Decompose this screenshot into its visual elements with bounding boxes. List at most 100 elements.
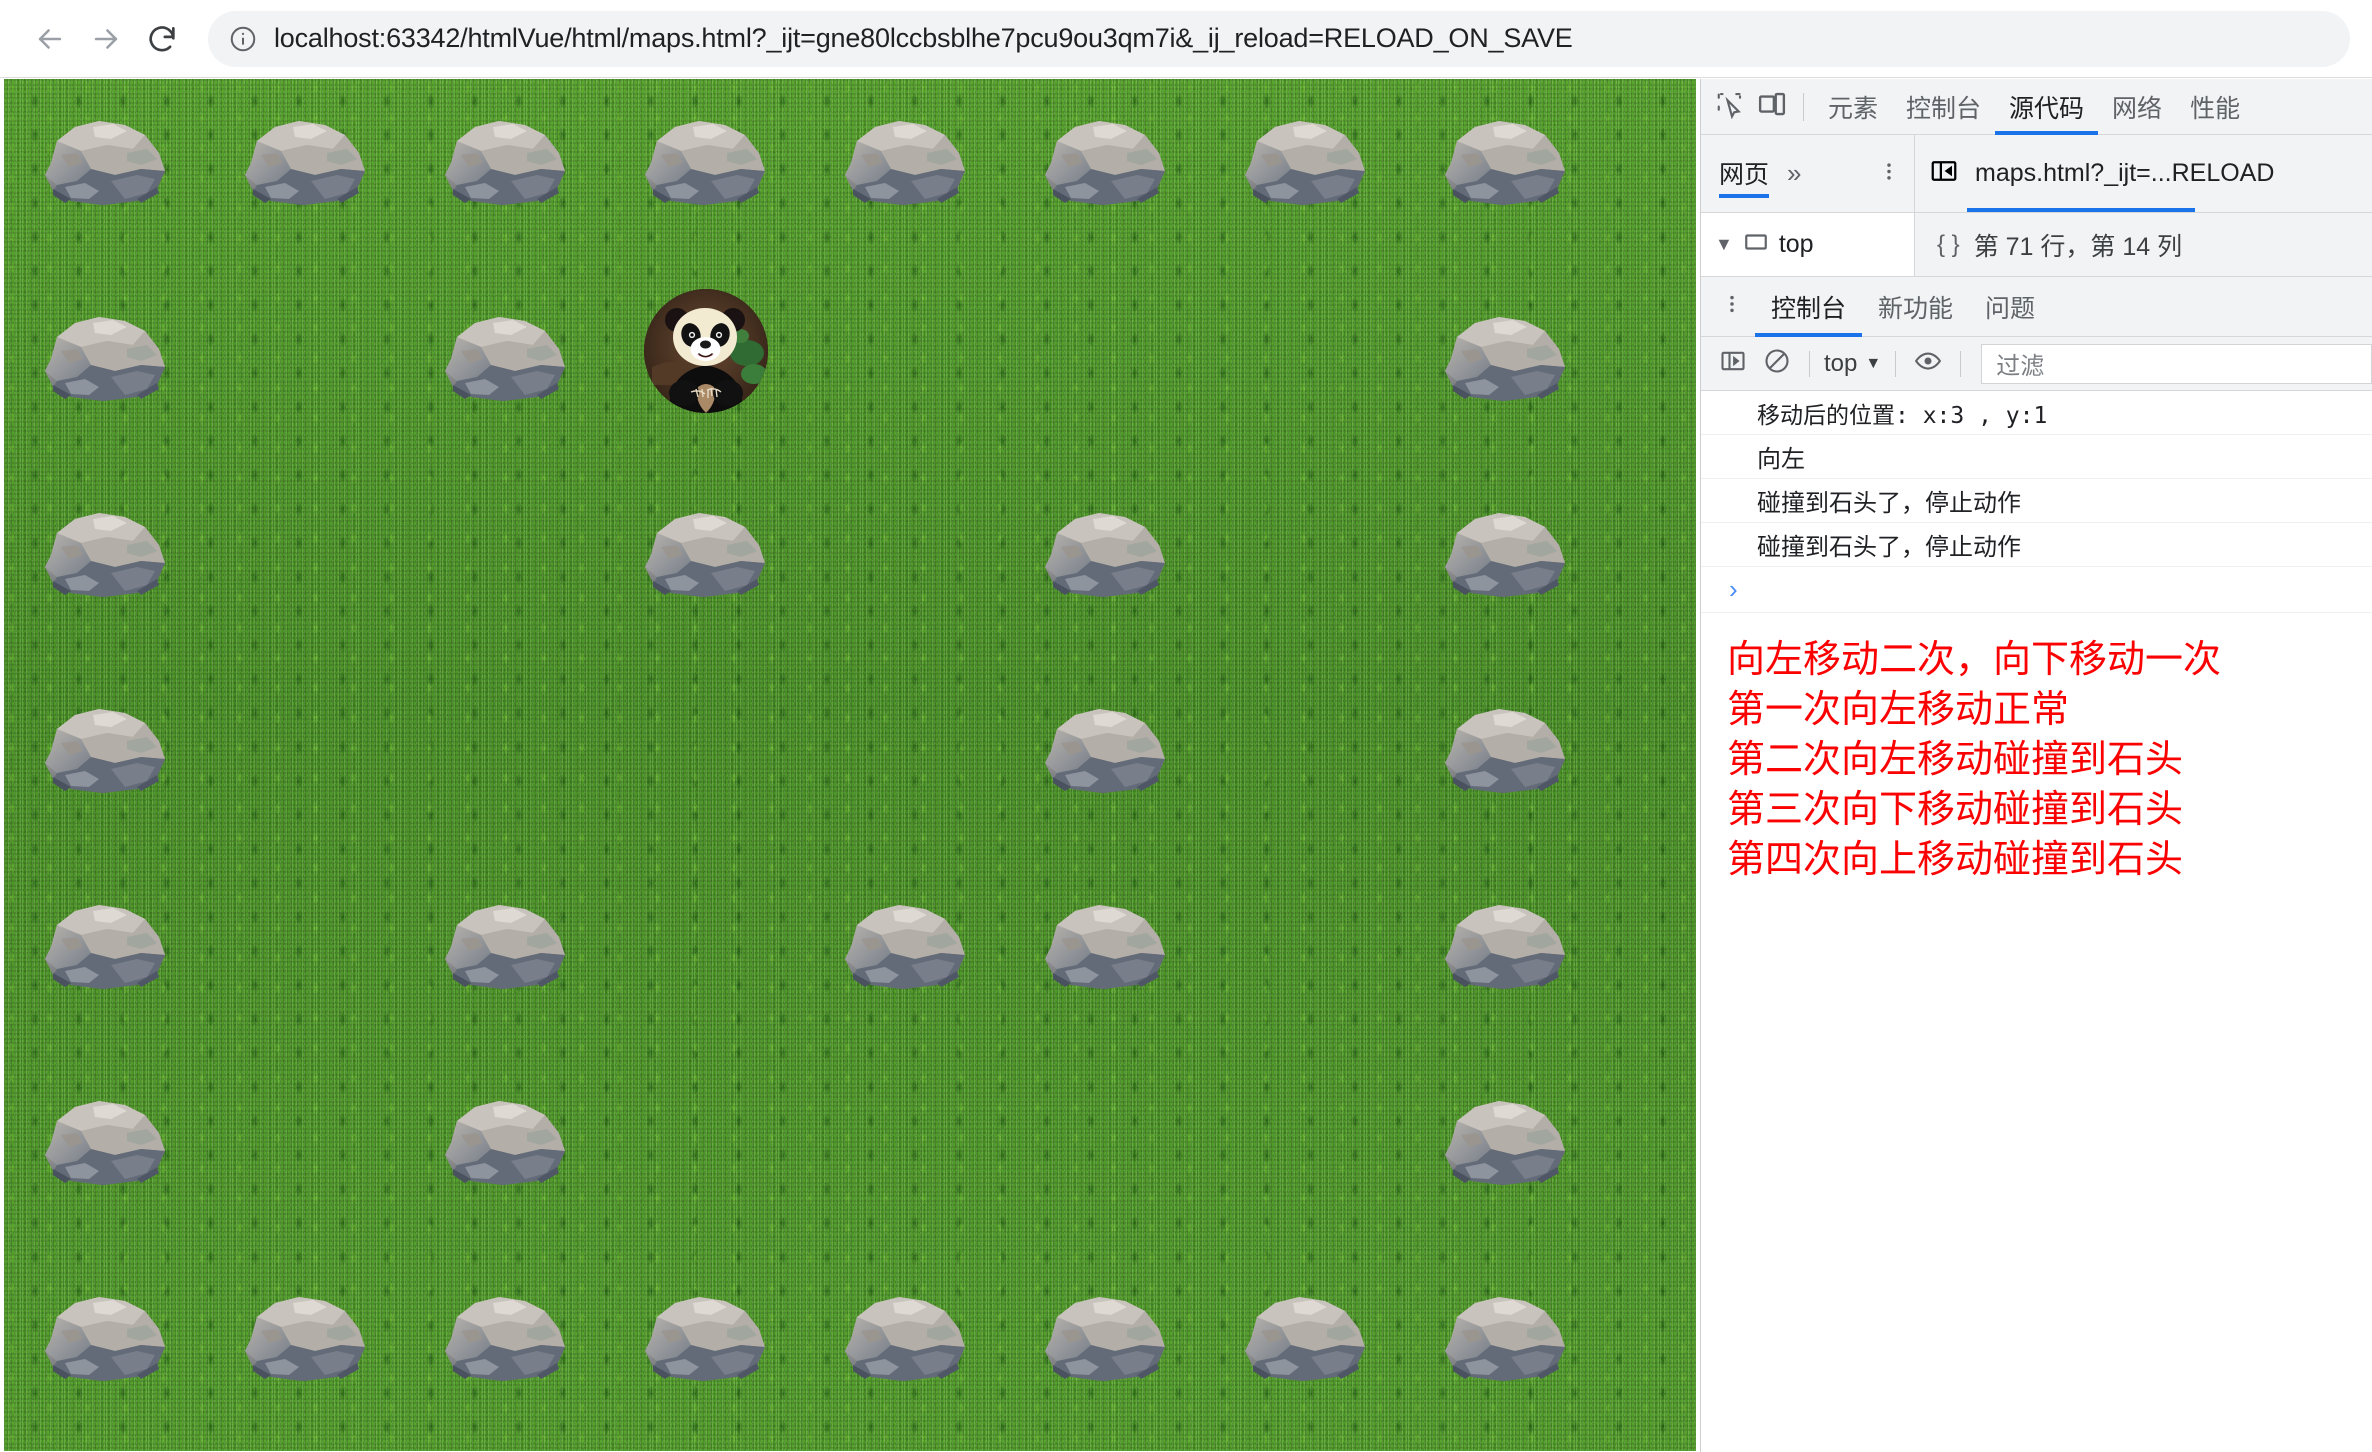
drawer-menu-button[interactable]: [1709, 293, 1755, 320]
rock-obstacle: [441, 119, 567, 205]
game-board[interactable]: [4, 79, 1696, 1451]
rock-obstacle: [441, 1099, 567, 1185]
rock-obstacle: [641, 511, 767, 597]
triangle-down-icon[interactable]: ▼: [1715, 234, 1733, 255]
cursor-position-label: 第 71 行，第 14 列: [1973, 232, 2183, 261]
console-input-prompt[interactable]: ›: [1701, 567, 2372, 613]
browser-toolbar: localhost:63342/htmlVue/html/maps.html?_…: [0, 0, 2372, 78]
annotation-block: 向左移动二次，向下移动一次 第一次向左移动正常 第二次向左移动碰撞到石头 第三次…: [1701, 613, 2372, 885]
live-expression-icon: [1913, 346, 1943, 381]
devtools-panel: 元素 控制台 源代码 网络 性能 网页 » maps.html?_ijt=...…: [1700, 79, 2372, 1452]
editor-status-bar: { } 第 71 行，第 14 列: [1915, 213, 2372, 276]
device-toolbar-icon: [1757, 89, 1787, 124]
console-filter-placeholder: 过滤: [1996, 353, 2045, 380]
back-button[interactable]: [22, 11, 78, 67]
rock-obstacle: [41, 315, 167, 401]
show-navigator-icon[interactable]: [1929, 156, 1959, 191]
console-toolbar-divider: [1809, 350, 1810, 377]
console-message-text: 移动后的位置: x:3 , y:1: [1757, 402, 2048, 429]
console-prompt-caret-icon: ›: [1729, 574, 1738, 604]
page-viewport: [0, 79, 1699, 1452]
rock-obstacle: [841, 1295, 967, 1381]
rock-obstacle: [441, 903, 567, 989]
arrow-left-icon: [33, 22, 67, 56]
rock-obstacle: [41, 119, 167, 205]
drawer-tab-issues[interactable]: 问题: [1969, 277, 2051, 337]
live-expression-button[interactable]: [1906, 342, 1950, 386]
clear-console-button[interactable]: [1755, 342, 1799, 386]
rock-obstacle: [1241, 119, 1367, 205]
info-circle-icon[interactable]: [228, 24, 258, 54]
rock-obstacle: [1041, 903, 1167, 989]
device-toolbar-button[interactable]: [1751, 86, 1793, 128]
rock-obstacle: [1041, 511, 1167, 597]
file-tab-underline: [1967, 208, 2195, 212]
drawer-tab-console[interactable]: 控制台: [1755, 277, 1862, 337]
chevron-double-right-icon[interactable]: »: [1787, 158, 1802, 189]
console-message-text: 碰撞到石头了，停止动作: [1757, 490, 2021, 517]
rock-obstacle: [641, 1295, 767, 1381]
rock-obstacle: [1041, 1295, 1167, 1381]
console-message-text: 向左: [1757, 446, 1805, 473]
console-context-selector[interactable]: top ▼: [1820, 350, 1885, 378]
navigator-tree[interactable]: ▼ top: [1701, 213, 1915, 276]
navigator-menu-button[interactable]: [1878, 160, 1900, 187]
kebab-menu-icon: [1721, 293, 1743, 320]
rock-obstacle: [1441, 1295, 1567, 1381]
console-toolbar-divider-3: [1960, 350, 1962, 377]
player-panda[interactable]: [644, 289, 768, 413]
rock-obstacle: [41, 1295, 167, 1381]
rock-obstacle: [1241, 1295, 1367, 1381]
tab-performance[interactable]: 性能: [2176, 79, 2254, 135]
inspect-element-icon: [1715, 89, 1745, 124]
navigator-tab-page[interactable]: 网页: [1719, 150, 1769, 198]
file-tab[interactable]: maps.html?_ijt=...RELOAD: [1929, 135, 2274, 213]
rock-obstacle: [1441, 315, 1567, 401]
address-bar-url: localhost:63342/htmlVue/html/maps.html?_…: [274, 23, 1573, 53]
arrow-right-icon: [89, 22, 123, 56]
kebab-menu-icon: [1878, 162, 1900, 186]
rock-obstacle: [1041, 707, 1167, 793]
console-message[interactable]: 向左: [1701, 435, 2372, 479]
annotation-line: 第一次向左移动正常: [1727, 689, 2070, 731]
annotation-line: 向左移动二次，向下移动一次: [1727, 639, 2222, 681]
address-bar[interactable]: localhost:63342/htmlVue/html/maps.html?_…: [208, 10, 2350, 67]
forward-button[interactable]: [78, 11, 134, 67]
tab-sources[interactable]: 源代码: [1995, 79, 2098, 135]
rock-obstacle: [841, 903, 967, 989]
rock-obstacle: [641, 119, 767, 205]
rock-obstacle: [441, 1295, 567, 1381]
rock-obstacle: [41, 707, 167, 793]
navigator-header: 网页 »: [1701, 135, 1915, 212]
editor-tabstrip: maps.html?_ijt=...RELOAD: [1915, 135, 2372, 212]
rock-obstacle: [841, 119, 967, 205]
tab-elements[interactable]: 元素: [1814, 79, 1892, 135]
console-message[interactable]: 移动后的位置: x:3 , y:1: [1701, 391, 2372, 435]
inspect-element-button[interactable]: [1709, 86, 1751, 128]
tab-console[interactable]: 控制台: [1892, 79, 1995, 135]
console-toolbar-divider-2: [1895, 350, 1897, 377]
pretty-print-icon[interactable]: { }: [1937, 231, 1960, 259]
console-filter-input[interactable]: 过滤: [1981, 343, 2372, 384]
reload-icon: [145, 22, 179, 56]
rock-obstacle: [1441, 903, 1567, 989]
caret-down-icon: ▼: [1865, 354, 1882, 372]
console-sidebar-button[interactable]: [1711, 342, 1755, 386]
console-message[interactable]: 碰撞到石头了，停止动作: [1701, 523, 2372, 567]
reload-button[interactable]: [134, 11, 190, 67]
rock-obstacle: [1441, 1099, 1567, 1185]
annotation-line: 第二次向左移动碰撞到石头: [1727, 739, 2184, 781]
frame-icon: [1743, 229, 1769, 260]
clear-console-icon: [1763, 347, 1791, 380]
drawer-tabbar: 控制台 新功能 问题: [1701, 277, 2372, 337]
tab-network[interactable]: 网络: [2098, 79, 2176, 135]
console-toolbar: top ▼ 过滤: [1701, 337, 2372, 391]
console-message[interactable]: 碰撞到石头了，停止动作: [1701, 479, 2372, 523]
drawer-tab-whats-new[interactable]: 新功能: [1862, 277, 1969, 337]
navigator-tree-root-label: top: [1778, 230, 1814, 258]
annotation-line: 第三次向下移动碰撞到石头: [1727, 789, 2184, 831]
console-message-list: 移动后的位置: x:3 , y:1 向左 碰撞到石头了，停止动作 碰撞到石头了，…: [1701, 391, 2372, 567]
rock-obstacle: [41, 903, 167, 989]
annotation-line: 第四次向上移动碰撞到石头: [1727, 839, 2184, 881]
rock-obstacle: [441, 315, 567, 401]
